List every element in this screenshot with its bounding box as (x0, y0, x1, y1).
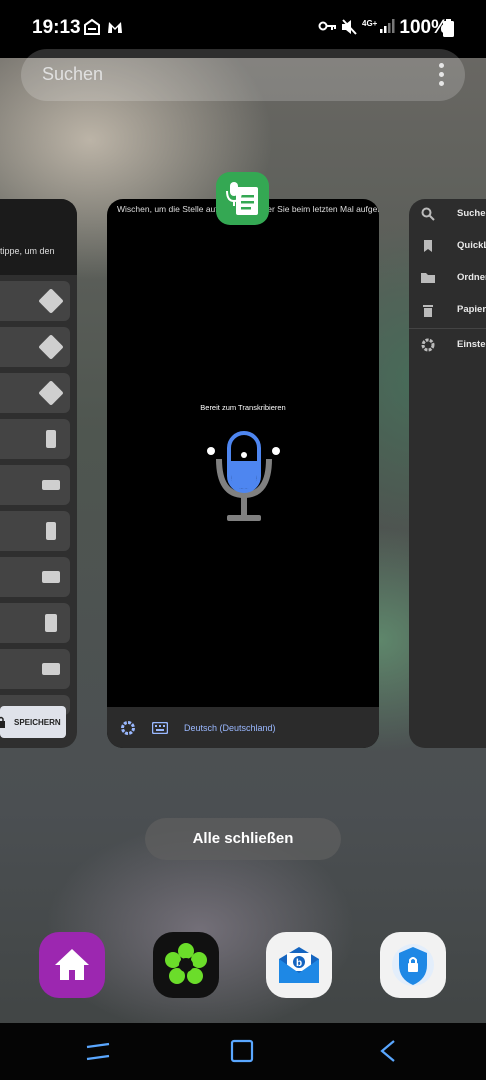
inbox-icon (84, 18, 100, 35)
transcribe-icon (226, 182, 258, 215)
menu-item-settings[interactable]: Einstel (409, 330, 486, 360)
home-icon (55, 949, 89, 980)
trash-icon (423, 305, 433, 317)
close-all-button[interactable]: Alle schließen (145, 818, 341, 860)
recent-app-card-right[interactable]: Suche QuickL Ordner Papier Einstel (409, 199, 486, 748)
menu-item-label: QuickL (457, 240, 486, 251)
menu-item-label: Einstel (457, 339, 486, 350)
vpn-key-icon (318, 21, 336, 31)
keyboard-icon[interactable] (152, 722, 168, 734)
save-button[interactable]: SPEICHERN (0, 706, 66, 738)
microphone-icon[interactable] (205, 429, 283, 529)
recents-search-bar[interactable]: Suchen (21, 49, 465, 101)
bookmark-icon (424, 240, 432, 252)
menu-item-trash[interactable]: Papier (409, 295, 486, 325)
menu-item-label: Suche (457, 208, 486, 219)
recents-icon[interactable] (85, 1039, 111, 1063)
settings-icon (421, 338, 435, 352)
svg-text:b: b (296, 958, 302, 969)
icq-app-icon[interactable] (153, 932, 219, 998)
signal-icon (380, 19, 395, 33)
search-placeholder: Suchen (42, 64, 104, 84)
status-time: 19:13 (32, 17, 81, 38)
menu-item-folders[interactable]: Ordner (409, 263, 486, 293)
menu-item-quicklinks[interactable]: QuickL (409, 231, 486, 261)
home-button-icon[interactable] (230, 1039, 254, 1063)
menu-item-label: Ordner (457, 272, 486, 283)
recent-app-card-transcribe[interactable]: Wischen, um die Stelle aufzurufen, an de… (107, 199, 379, 748)
sensor-tile[interactable] (0, 603, 70, 643)
network-type: 4G+ (362, 19, 378, 28)
battery-percent: 100% (399, 17, 448, 38)
landscape-tile[interactable] (0, 465, 70, 505)
transcribe-footer: Deutsch (Deutschland) (107, 707, 379, 748)
menu-item-search[interactable]: Suche (409, 199, 486, 229)
home-app-icon[interactable] (39, 932, 105, 998)
battery-icon (443, 19, 454, 37)
icq-flower-icon (165, 943, 207, 984)
left-card-hint: tippe, um den (0, 246, 55, 256)
menu-item-label: Papier (457, 304, 486, 315)
rotation-tile[interactable] (0, 327, 70, 367)
landscape-tile[interactable] (0, 557, 70, 597)
bluemail-app-icon[interactable]: b (266, 932, 332, 998)
transcribe-app-icon[interactable] (216, 172, 269, 225)
language-label[interactable]: Deutsch (Deutschland) (184, 723, 276, 733)
folder-icon (421, 273, 435, 283)
portrait-tile[interactable] (0, 511, 70, 551)
more-options-icon[interactable] (439, 63, 445, 90)
transcribe-status: Bereit zum Transkribieren (200, 403, 286, 412)
search-icon (421, 207, 435, 221)
recent-app-card-left[interactable]: tippe, um den (0, 199, 77, 748)
navigation-bar (0, 1023, 486, 1080)
malwarebytes-icon (108, 22, 122, 33)
mail-icon: b (279, 947, 319, 983)
save-label: SPEICHERN (14, 718, 61, 727)
back-icon[interactable] (378, 1039, 398, 1063)
sensor-tile[interactable] (0, 649, 70, 689)
settings-icon[interactable] (120, 720, 136, 736)
rotation-tile[interactable] (0, 281, 70, 321)
portrait-tile[interactable] (0, 419, 70, 459)
menu-divider (409, 328, 486, 329)
lock-icon (0, 716, 5, 728)
rotation-tile[interactable] (0, 373, 70, 413)
mute-icon (342, 19, 357, 35)
card-header: tippe, um den (0, 199, 77, 275)
vpn-shield-app-icon[interactable] (380, 932, 446, 998)
shield-icon (392, 944, 434, 986)
